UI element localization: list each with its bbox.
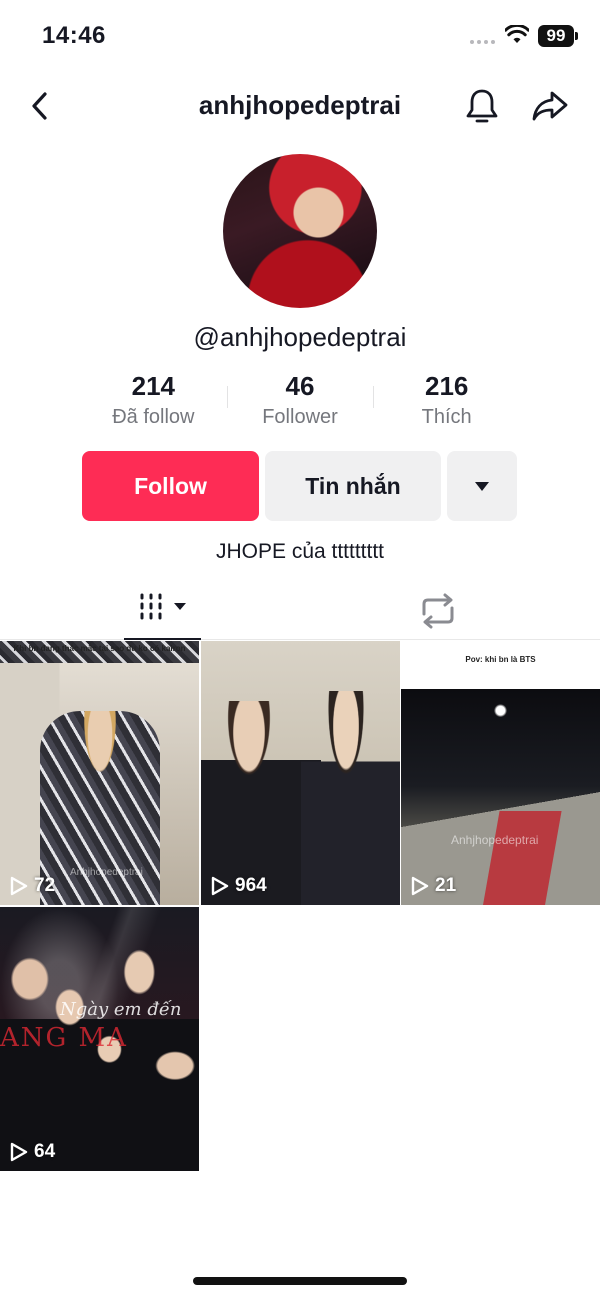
stat-value: 214 <box>131 371 176 401</box>
suggested-accounts-button[interactable] <box>447 451 517 521</box>
home-indicator[interactable] <box>193 1277 407 1285</box>
profile-header: anhjhopedeptrai <box>0 78 600 134</box>
grid-icon <box>140 593 186 620</box>
stat-following[interactable]: 214 Đã follow <box>80 370 227 432</box>
video-thumbnail[interactable]: Ngày em đến ANG MA 64 <box>0 907 199 1171</box>
wifi-icon <box>505 25 529 43</box>
view-count: 64 <box>10 1141 55 1163</box>
cellular-signal-icon <box>470 40 495 44</box>
view-count: 72 <box>10 875 55 897</box>
profile-stats: 214 Đã follow 46 Follower 216 Thích <box>80 370 520 432</box>
tab-videos[interactable] <box>124 580 201 640</box>
thumbnail-image <box>0 937 199 1171</box>
play-icon <box>10 1142 28 1162</box>
thumbnail-figure <box>301 691 400 905</box>
video-caption: Pov: khi bn là BTS <box>465 655 536 664</box>
video-overlay-text: Ngày em đến <box>60 999 182 1020</box>
play-icon <box>211 876 229 896</box>
play-icon <box>411 876 429 896</box>
stat-label: Đã follow <box>112 406 195 428</box>
header-title: anhjhopedeptrai <box>198 90 402 120</box>
stat-label: Thích <box>421 406 472 428</box>
video-caption: Khi bn đang thắc mắc tại sao đu ko có ka… <box>13 644 186 653</box>
stat-followers[interactable]: 46 Follower <box>226 370 374 432</box>
video-thumbnail[interactable]: Pov: khi bn là BTS Anhjhopedeptrai 21 <box>401 641 600 905</box>
stat-label: Follower <box>262 406 338 428</box>
profile-handle: @anhjhopedeptrai <box>193 322 407 352</box>
video-watermark: Anhjhopedeptrai <box>451 833 539 847</box>
content-tabs <box>0 580 600 640</box>
battery-indicator: 99 <box>538 25 578 47</box>
share-icon[interactable] <box>530 88 570 124</box>
repost-icon[interactable] <box>410 586 466 636</box>
view-count: 964 <box>211 875 267 897</box>
view-count-value: 64 <box>34 1141 56 1162</box>
play-icon <box>10 876 28 896</box>
message-button[interactable]: Tin nhắn <box>265 451 441 521</box>
view-count-value: 964 <box>235 875 267 896</box>
bell-icon[interactable] <box>464 86 500 126</box>
video-watermark: Anhjhopedeptrai <box>70 867 143 878</box>
view-count-value: 72 <box>34 875 56 896</box>
stat-likes[interactable]: 216 Thích <box>373 370 520 432</box>
video-overlay-text: ANG MA <box>0 1023 128 1053</box>
avatar[interactable] <box>223 154 377 308</box>
status-bar: 14:46 99 <box>0 0 600 72</box>
stat-value: 216 <box>424 371 469 401</box>
view-count-value: 21 <box>435 875 457 896</box>
status-time: 14:46 <box>42 22 106 49</box>
stat-value: 46 <box>285 371 315 401</box>
caret-down-icon <box>475 481 489 491</box>
view-count: 21 <box>411 875 456 897</box>
video-thumbnail[interactable]: 964 <box>201 641 400 905</box>
video-thumbnail[interactable]: Khi bn đang thắc mắc tại sao đu ko có ka… <box>0 641 199 905</box>
follow-button[interactable]: Follow <box>82 451 259 521</box>
profile-bio: JHOPE của ttttttttt <box>215 540 385 563</box>
